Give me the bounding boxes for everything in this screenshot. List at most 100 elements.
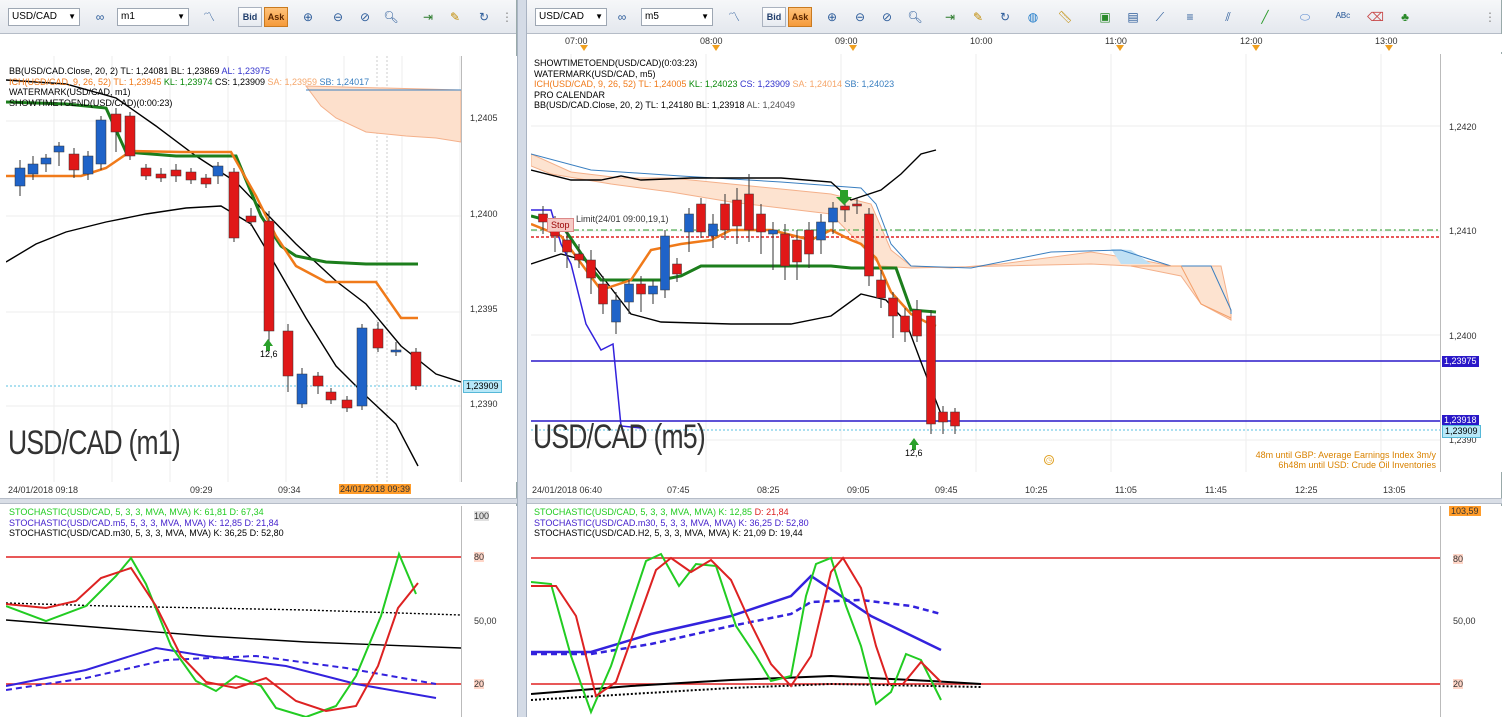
candle-body <box>828 207 838 223</box>
candle-body <box>212 165 224 177</box>
indicator-line[interactable]: PRO CALENDAR <box>534 90 894 101</box>
zoom-in-icon[interactable]: ⊕ <box>300 9 316 25</box>
candle-body <box>938 411 948 423</box>
indicator-line[interactable]: BB(USD/CAD.Close, 20, 2) TL: 1,24081 BL:… <box>9 66 369 77</box>
price-axis[interactable]: 1,2420 1,2410 1,2400 1,2390 1,23975 1,23… <box>1440 54 1502 472</box>
scroll-end-icon[interactable]: ⇥ <box>942 9 958 25</box>
symbol-select[interactable]: USD/CAD ▼ <box>535 8 607 26</box>
globe-icon[interactable]: ◍ <box>1025 9 1041 25</box>
indicator-legend: BB(USD/CAD.Close, 20, 2) TL: 1,24081 BL:… <box>9 66 369 108</box>
candle-body <box>708 223 718 237</box>
ask-button[interactable]: Ask <box>264 7 288 27</box>
candle-body <box>562 239 572 253</box>
indicator-lines: BB(USD/CAD.Close, 20, 2) TL: 1,24081 BL:… <box>9 66 369 108</box>
news-item: 6h48m until USD: Crude Oil Inventories <box>1278 460 1436 470</box>
stop-order-label[interactable]: Stop <box>547 218 574 232</box>
indicator-line[interactable]: ICH(USD/CAD, 9, 26, 52) TL: 1,23945 KL: … <box>9 77 369 88</box>
h2-k-line <box>531 674 982 695</box>
x-label: 09:05 <box>847 485 870 495</box>
toolbar-overflow-icon[interactable]: ⋮ <box>499 9 515 25</box>
timeframe-select[interactable]: m5 ▼ <box>641 8 713 26</box>
zoom-fit-icon[interactable]: ⊘ <box>879 9 895 25</box>
chart-window-m1: USD/CAD ▼ ∞ m1 ▼ 〽 Bid Ask ⊕ ⊖ ⊘ 🔍︎ ⇥ ✎ ↻ … <box>0 0 517 717</box>
price-plot-m5[interactable]: SHOWTIMETOEND(USD/CAD)(0:03:23) WATERMARK… <box>531 54 1440 472</box>
indicator-line[interactable]: BB(USD/CAD.Close, 20, 2) TL: 1,24180 BL:… <box>534 100 894 111</box>
pane-divider[interactable] <box>527 498 1502 504</box>
pane-divider[interactable] <box>0 498 517 504</box>
ellipse-tool-icon[interactable]: ⬭ <box>1297 9 1313 25</box>
line-tool-icon[interactable]: ╱ <box>1257 9 1273 25</box>
indicator-line[interactable]: SHOWTIMETOEND(USD/CAD)(0:03:23) <box>534 58 894 69</box>
window-splitter[interactable] <box>517 0 527 717</box>
symbol-select[interactable]: USD/CAD ▼ <box>8 8 80 26</box>
image-icon[interactable]: ▣ <box>1097 9 1113 25</box>
stoch-line-1: STOCHASTIC(USD/CAD, 5, 3, 3, MVA, MVA) K… <box>534 507 809 518</box>
candle-body <box>950 411 960 427</box>
note-icon[interactable]: ✎ <box>447 9 463 25</box>
x-label: 10:25 <box>1025 485 1048 495</box>
indicator-line[interactable]: WATERMARK(USD/CAD, m5) <box>534 69 894 80</box>
ruler-icon[interactable]: 📏︎ <box>1057 9 1073 25</box>
stochastic-axis[interactable]: 103,59 80 50,00 20 <box>1440 506 1502 717</box>
candlestick-chart <box>6 56 461 482</box>
ask-button[interactable]: Ask <box>788 7 812 27</box>
stochastic-pane[interactable]: STOCHASTIC(USD/CAD, 5, 3, 3, MVA, MVA) K… <box>531 506 1440 717</box>
clock-icon[interactable]: ◷ <box>1044 455 1054 465</box>
scroll-end-icon[interactable]: ⇥ <box>420 9 436 25</box>
candle-body <box>611 299 621 323</box>
indicator-line[interactable]: WATERMARK(USD/CAD, m1) <box>9 87 369 98</box>
zoom-out-icon[interactable]: ⊖ <box>330 9 346 25</box>
zoom-in-icon[interactable]: ⊕ <box>824 9 840 25</box>
chikou-line <box>531 209 642 429</box>
bid-button[interactable]: Bid <box>238 7 262 27</box>
bb-average-tag: 1,23975 <box>1442 356 1479 367</box>
timeframe-select[interactable]: m1 ▼ <box>117 8 189 26</box>
candle-body <box>804 229 814 255</box>
magnify-icon[interactable]: 🔍︎ <box>907 9 923 25</box>
time-axis[interactable]: 24/01/2018 09:18 09:29 09:34 24/01/2018 … <box>0 482 517 498</box>
m5-k-line <box>6 646 437 699</box>
limit-order-label[interactable]: Limit(24/01 09:00,19,1) <box>576 214 669 224</box>
horizontal-lines-icon[interactable]: ≡ <box>1182 9 1198 25</box>
link-icon[interactable]: ∞ <box>92 9 108 25</box>
stoch-line-1: STOCHASTIC(USD/CAD, 5, 3, 3, MVA, MVA) K… <box>9 507 264 517</box>
indicator-line[interactable]: SHOWTIMETOEND(USD/CAD)(0:00:23) <box>9 98 369 109</box>
stochastic-axis[interactable]: 100 80 50,00 20 <box>461 506 517 717</box>
candle-body <box>124 115 136 157</box>
trendline-tool-icon[interactable]: ⟋ <box>1152 9 1168 25</box>
refresh-icon[interactable]: ↻ <box>476 9 492 25</box>
candle-body <box>926 315 936 425</box>
indicator-value: SB: 1,24023 <box>844 79 895 89</box>
time-axis[interactable]: 24/01/2018 06:40 07:45 08:25 09:05 09:45… <box>527 482 1502 498</box>
candle-body <box>263 220 275 332</box>
text-tool-icon[interactable]: ᴬᴮᶜ <box>1335 9 1351 25</box>
indicator-line[interactable]: ICH(USD/CAD, 9, 26, 52) TL: 1,24005 KL: … <box>534 79 894 90</box>
stoch-line-2: STOCHASTIC(USD/CAD.m5, 5, 3, 3, MVA, MVA… <box>9 517 279 528</box>
price-plot-m1[interactable]: BB(USD/CAD.Close, 20, 2) TL: 1,24081 BL:… <box>6 56 461 482</box>
refresh-icon[interactable]: ↻ <box>997 9 1013 25</box>
stochastic-pane[interactable]: STOCHASTIC(USD/CAD, 5, 3, 3, MVA, MVA) K… <box>6 506 461 717</box>
bid-button[interactable]: Bid <box>762 7 786 27</box>
toolbar-overflow-icon[interactable]: ⋮ <box>1482 9 1498 25</box>
candle-body <box>780 233 790 267</box>
eraser-icon[interactable]: ⌫ <box>1367 9 1384 25</box>
chart-type-icon[interactable]: 〽 <box>726 9 742 25</box>
candle-body <box>53 145 65 153</box>
template-icon[interactable]: ▤ <box>1125 9 1141 25</box>
candle-body <box>660 235 670 291</box>
chart-type-icon[interactable]: 〽 <box>201 9 217 25</box>
magnify-icon[interactable]: 🔍︎ <box>383 9 399 25</box>
stoch-d: D: 21,84 <box>754 507 789 517</box>
tree-icon[interactable]: ♣ <box>1397 9 1413 25</box>
x-highlight-label: 24/01/2018 09:39 <box>339 484 412 494</box>
price-axis[interactable]: 1,2405 1,2400 1,2395 1,2390 1,23909 <box>461 56 517 482</box>
stoch-k-line <box>6 551 417 717</box>
note-icon[interactable]: ✎ <box>970 9 986 25</box>
candle-body <box>912 309 922 337</box>
fibonacci-icon[interactable]: ⫽ <box>1220 9 1236 25</box>
link-icon[interactable]: ∞ <box>614 9 630 25</box>
zoom-out-icon[interactable]: ⊖ <box>852 9 868 25</box>
zoom-fit-icon[interactable]: ⊘ <box>357 9 373 25</box>
indicator-lines: SHOWTIMETOEND(USD/CAD)(0:03:23) WATERMARK… <box>534 58 894 111</box>
symbol-watermark: USD/CAD (m5) <box>533 418 706 456</box>
